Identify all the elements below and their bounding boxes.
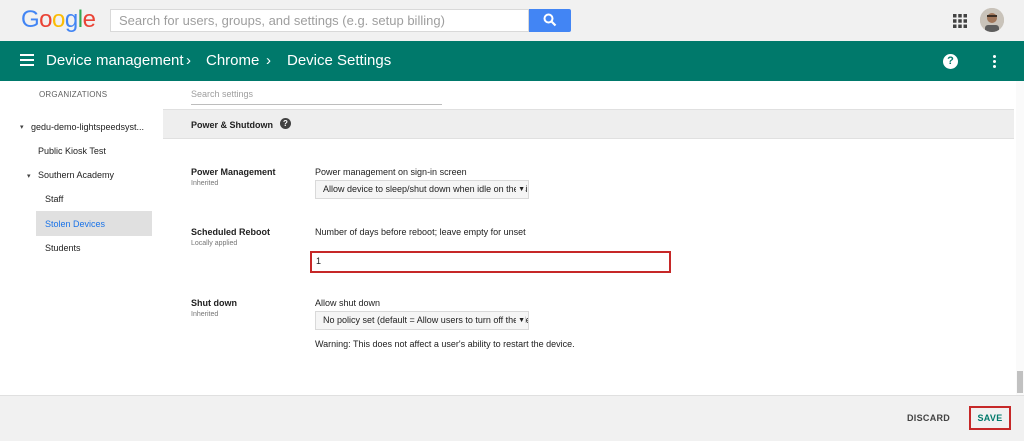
setting-status: Inherited <box>191 180 219 187</box>
sidebar-item-students[interactable]: Students <box>45 242 81 254</box>
reboot-days-input[interactable]: 1 <box>310 251 671 273</box>
breadcrumb-chrome[interactable]: Chrome <box>206 52 259 70</box>
scrollbar[interactable] <box>1016 81 1024 395</box>
select-value: Allow device to sleep/shut down when idl… <box>323 184 528 194</box>
setting-label: Power management on sign-in screen <box>315 167 467 177</box>
sidebar-item-stolen-devices[interactable]: Stolen Devices <box>45 218 105 230</box>
app-header: Device management › Chrome › Device Sett… <box>0 41 1024 81</box>
setting-status: Inherited <box>191 311 219 318</box>
expand-arrow-icon[interactable]: ▾ <box>27 172 31 180</box>
section-header: Power & Shutdown ? <box>163 109 1014 139</box>
apps-grid-icon[interactable] <box>953 14 967 28</box>
sidebar-item-gedu-demo[interactable]: gedu-demo-lightspeedsyst... <box>31 121 144 133</box>
user-avatar-icon <box>980 8 1004 32</box>
action-footer: DISCARD SAVE <box>0 395 1024 441</box>
dropdown-arrow-icon: ▼ <box>516 312 525 329</box>
admin-search-input[interactable]: Search for users, groups, and settings (… <box>110 9 529 32</box>
organizations-sidebar: ORGANIZATIONS ▾ gedu-demo-lightspeedsyst… <box>0 81 163 395</box>
section-title: Power & Shutdown <box>191 120 273 130</box>
logo-letter: e <box>82 6 96 33</box>
setting-label: Number of days before reboot; leave empt… <box>315 227 526 237</box>
setting-label: Allow shut down <box>315 298 381 308</box>
power-management-select[interactable]: Allow device to sleep/shut down when idl… <box>315 180 529 199</box>
breadcrumb-device-settings: Device Settings <box>287 52 392 69</box>
setting-name: Scheduled Reboot <box>191 227 271 237</box>
discard-button[interactable]: DISCARD <box>907 413 950 423</box>
setting-status: Locally applied <box>191 240 238 247</box>
expand-arrow-icon[interactable]: ▾ <box>20 123 24 131</box>
scroll-thumb[interactable] <box>1017 371 1023 393</box>
settings-panel: Search settings Power & Shutdown ? Power… <box>163 81 1014 395</box>
avatar[interactable] <box>980 8 1004 32</box>
logo-letter: o <box>52 6 65 33</box>
shutdown-select[interactable]: No policy set (default = Allow users to … <box>315 311 529 330</box>
settings-search-input[interactable]: Search settings <box>191 88 442 105</box>
logo-letter: G <box>21 6 40 33</box>
search-button[interactable] <box>529 9 571 32</box>
sidebar-item-staff[interactable]: Staff <box>45 193 63 205</box>
select-value: No policy set (default = Allow users to … <box>323 315 529 325</box>
setting-name: Power Management <box>191 167 276 177</box>
search-icon <box>543 13 557 27</box>
save-button[interactable]: SAVE <box>969 406 1011 430</box>
top-bar: Google Search for users, groups, and set… <box>0 0 1024 41</box>
warning-text: Warning: This does not affect a user's a… <box>315 339 575 349</box>
sidebar-item-southern-academy[interactable]: Southern Academy <box>38 169 114 181</box>
logo-letter: g <box>64 6 78 33</box>
google-logo[interactable]: Google <box>21 6 96 33</box>
help-icon[interactable]: ? <box>280 118 291 129</box>
dropdown-arrow-icon: ▼ <box>516 181 525 198</box>
help-icon[interactable]: ? <box>943 54 958 69</box>
setting-name: Shut down <box>191 298 237 308</box>
logo-letter: o <box>39 6 53 33</box>
breadcrumb-device-management[interactable]: Device management <box>46 52 184 70</box>
sidebar-title: ORGANIZATIONS <box>39 90 108 99</box>
hamburger-menu-icon[interactable] <box>20 54 34 66</box>
sidebar-item-public-kiosk-test[interactable]: Public Kiosk Test <box>38 145 106 157</box>
chevron-right-icon: › <box>186 52 191 69</box>
more-vert-icon[interactable] <box>993 55 997 69</box>
chevron-right-icon: › <box>266 52 271 69</box>
